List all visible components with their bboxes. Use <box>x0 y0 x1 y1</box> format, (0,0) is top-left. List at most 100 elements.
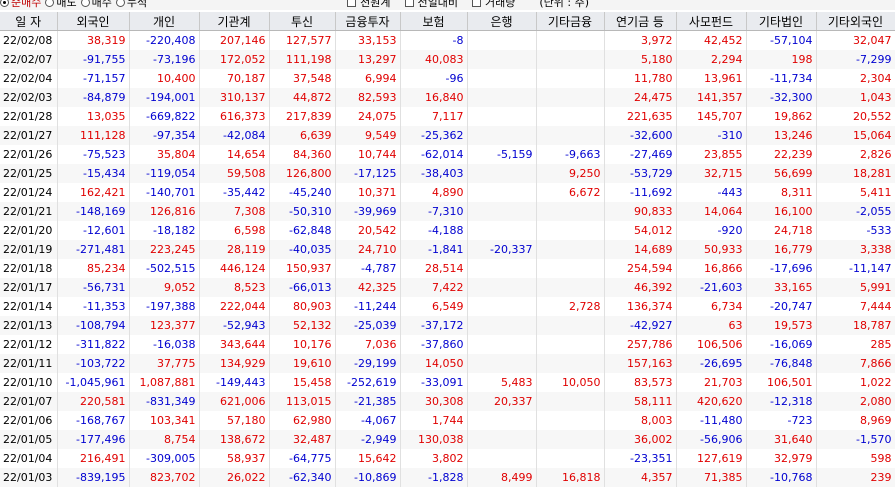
value-cell: 70,187 <box>199 69 269 88</box>
value-cell: -309,005 <box>129 449 199 468</box>
table-row[interactable]: 22/01/11-103,72237,775134,92919,610-29,1… <box>0 354 895 373</box>
table-row[interactable]: 22/01/12-311,822-16,038343,64410,1767,03… <box>0 335 895 354</box>
value-cell: 13,035 <box>57 107 129 126</box>
value-cell: -37,860 <box>400 335 467 354</box>
value-cell <box>467 278 536 297</box>
table-row[interactable]: 22/01/03-839,195823,70226,022-62,340-10,… <box>0 468 895 487</box>
value-cell: 20,552 <box>816 107 895 126</box>
column-header[interactable]: 연기금 등 <box>604 12 676 31</box>
radio-buy[interactable]: 매수 <box>81 0 112 10</box>
table-row[interactable]: 22/01/10-1,045,9611,087,881-149,44315,45… <box>0 373 895 392</box>
value-cell: 150,937 <box>269 259 335 278</box>
column-header[interactable]: 투신 <box>269 12 335 31</box>
value-cell: 56,699 <box>746 164 816 183</box>
table-row[interactable]: 22/01/25-15,434-119,05459,508126,800-17,… <box>0 164 895 183</box>
options-bar: 순매수 매도 매수 누적 천원계 전일대비 거래량 (단위 : 주) <box>0 0 895 10</box>
value-cell: 10,744 <box>335 145 400 164</box>
table-row[interactable]: 22/01/05-177,4968,754138,67232,487-2,949… <box>0 430 895 449</box>
column-header[interactable]: 개인 <box>129 12 199 31</box>
check-thousand-won[interactable]: 천원계 <box>347 0 390 10</box>
table-row[interactable]: 22/01/13-108,794123,377-52,94352,132-25,… <box>0 316 895 335</box>
value-cell: 113,015 <box>269 392 335 411</box>
table-row[interactable]: 22/02/0838,319-220,408207,146127,57733,1… <box>0 31 895 51</box>
value-cell: 22,239 <box>746 145 816 164</box>
table-row[interactable]: 22/02/07-91,755-73,196172,052111,19813,2… <box>0 50 895 69</box>
radio-dot-icon <box>45 0 54 7</box>
table-row[interactable]: 22/01/17-56,7319,0528,523-66,01342,3257,… <box>0 278 895 297</box>
value-cell: 207,146 <box>199 31 269 51</box>
column-header[interactable]: 일 자 <box>0 12 57 31</box>
table-row[interactable]: 22/02/04-71,15710,40070,18737,5486,994-9… <box>0 69 895 88</box>
value-cell: 103,341 <box>129 411 199 430</box>
date-cell: 22/01/06 <box>0 411 57 430</box>
value-cell: 24,710 <box>335 240 400 259</box>
column-header[interactable]: 기타법인 <box>746 12 816 31</box>
table-row[interactable]: 22/01/14-11,353-197,388222,04480,903-11,… <box>0 297 895 316</box>
value-cell: 36,002 <box>604 430 676 449</box>
date-cell: 22/01/10 <box>0 373 57 392</box>
column-header[interactable]: 기타외국인 <box>816 12 895 31</box>
value-cell <box>467 316 536 335</box>
value-cell: 31,640 <box>746 430 816 449</box>
column-header[interactable]: 외국인 <box>57 12 129 31</box>
value-cell <box>536 88 604 107</box>
date-cell: 22/01/14 <box>0 297 57 316</box>
value-cell: -96 <box>400 69 467 88</box>
value-cell: 7,866 <box>816 354 895 373</box>
date-cell: 22/01/12 <box>0 335 57 354</box>
value-cell: 8,499 <box>467 468 536 487</box>
value-cell: -17,125 <box>335 164 400 183</box>
table-row[interactable]: 22/02/03-84,879-194,001310,13744,87282,5… <box>0 88 895 107</box>
table-row[interactable]: 22/01/24162,421-140,701-35,442-45,24010,… <box>0 183 895 202</box>
radio-cumulative[interactable]: 누적 <box>116 0 147 10</box>
column-header[interactable]: 사모펀드 <box>676 12 746 31</box>
table-row[interactable]: 22/01/04216,491-309,00558,937-64,77515,6… <box>0 449 895 468</box>
value-cell: -7,310 <box>400 202 467 221</box>
radio-sell[interactable]: 매도 <box>45 0 76 10</box>
column-header[interactable]: 보험 <box>400 12 467 31</box>
date-cell: 22/01/03 <box>0 468 57 487</box>
table-row[interactable]: 22/01/20-12,601-18,1826,598-62,84820,542… <box>0 221 895 240</box>
value-cell <box>467 411 536 430</box>
radio-net-buy[interactable]: 순매수 <box>0 0 41 10</box>
date-cell: 22/01/17 <box>0 278 57 297</box>
value-cell <box>536 69 604 88</box>
column-header[interactable]: 기관계 <box>199 12 269 31</box>
value-cell: 221,635 <box>604 107 676 126</box>
table-row[interactable]: 22/01/19-271,481223,24528,119-40,03524,7… <box>0 240 895 259</box>
value-cell: 46,392 <box>604 278 676 297</box>
value-cell: 172,052 <box>199 50 269 69</box>
value-cell: 621,006 <box>199 392 269 411</box>
value-cell: 16,779 <box>746 240 816 259</box>
value-cell <box>467 126 536 145</box>
value-cell: 84,360 <box>269 145 335 164</box>
value-cell: 13,246 <box>746 126 816 145</box>
table-row[interactable]: 22/01/26-75,52335,80414,65484,36010,744-… <box>0 145 895 164</box>
column-header[interactable]: 기타금융 <box>536 12 604 31</box>
table-row[interactable]: 22/01/21-148,169126,8167,308-50,310-39,9… <box>0 202 895 221</box>
table-row[interactable]: 22/01/1885,234-502,515446,124150,937-4,7… <box>0 259 895 278</box>
table-row[interactable]: 22/01/27111,128-97,354-42,0846,6399,549-… <box>0 126 895 145</box>
value-cell: -5,159 <box>467 145 536 164</box>
value-cell: 13,297 <box>335 50 400 69</box>
value-cell: -42,084 <box>199 126 269 145</box>
value-cell: -4,188 <box>400 221 467 240</box>
value-cell: -62,848 <box>269 221 335 240</box>
check-vs-prev-day[interactable]: 전일대비 <box>405 0 458 10</box>
value-cell: 57,180 <box>199 411 269 430</box>
value-cell <box>536 335 604 354</box>
value-cell: -10,768 <box>746 468 816 487</box>
value-cell: -310 <box>676 126 746 145</box>
value-cell: 9,549 <box>335 126 400 145</box>
column-header[interactable]: 은행 <box>467 12 536 31</box>
column-header[interactable]: 금융투자 <box>335 12 400 31</box>
table-row[interactable]: 22/01/2813,035-669,822616,373217,83924,0… <box>0 107 895 126</box>
value-cell: -56,906 <box>676 430 746 449</box>
check-volume[interactable]: 거래량 <box>472 0 515 10</box>
table-row[interactable]: 22/01/06-168,767103,34157,18062,980-4,06… <box>0 411 895 430</box>
value-cell: 71,385 <box>676 468 746 487</box>
value-cell: 13,961 <box>676 69 746 88</box>
table-row[interactable]: 22/01/07220,581-831,349621,006113,015-21… <box>0 392 895 411</box>
value-cell: -38,403 <box>400 164 467 183</box>
value-cell: 15,458 <box>269 373 335 392</box>
